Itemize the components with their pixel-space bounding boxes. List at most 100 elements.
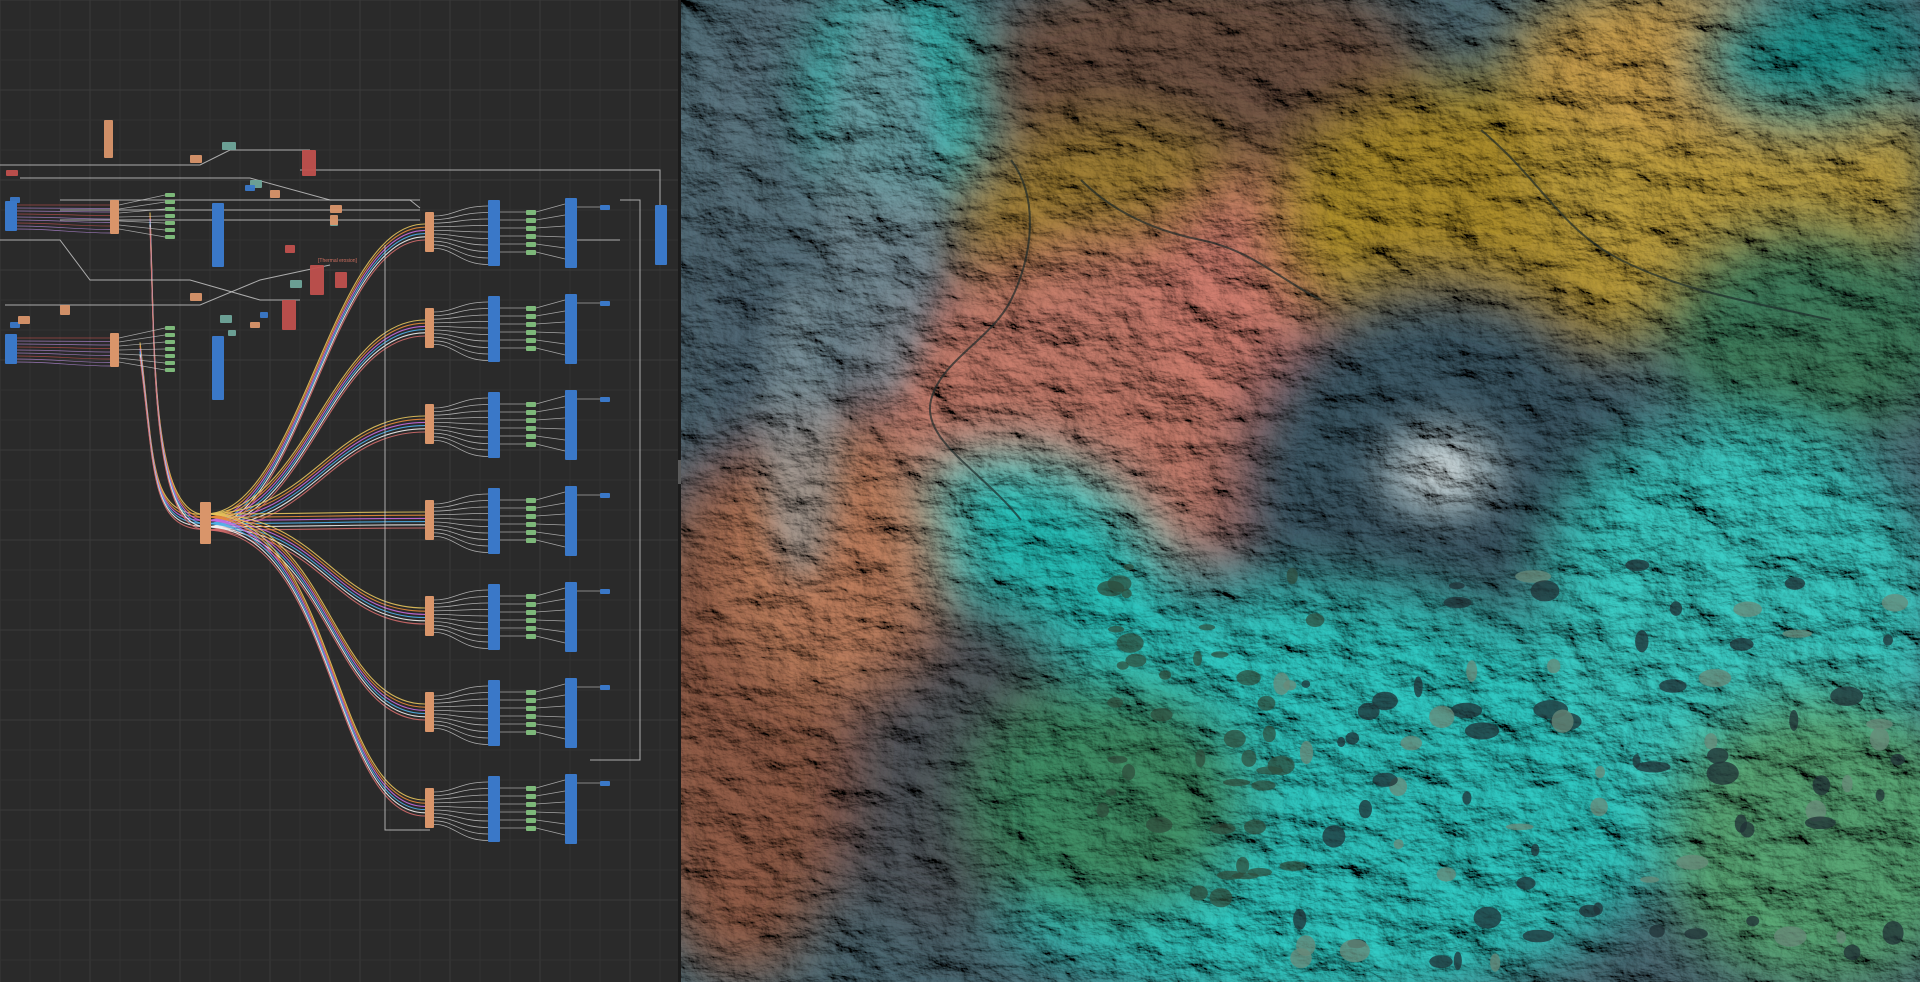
small-blue-node[interactable] [600,589,610,594]
green-node[interactable] [165,235,175,239]
green-node[interactable] [526,330,536,335]
blue-node[interactable] [488,296,500,362]
green-node[interactable] [165,193,175,197]
blue-node[interactable] [565,678,577,748]
green-node[interactable] [526,810,536,815]
green-node[interactable] [526,338,536,343]
blue-node[interactable] [488,776,500,842]
blue-node[interactable] [565,390,577,460]
blue-node[interactable] [5,334,17,364]
green-node[interactable] [165,354,175,358]
blue-node[interactable] [488,488,500,554]
green-node[interactable] [526,706,536,711]
green-node[interactable] [526,242,536,247]
graph-node[interactable] [10,197,20,203]
graph-node[interactable] [228,330,236,336]
graph-node[interactable] [6,170,18,176]
graph-node[interactable] [190,155,202,163]
green-node[interactable] [165,368,175,372]
green-node[interactable] [526,722,536,727]
blue-node[interactable] [565,582,577,652]
green-node[interactable] [526,730,536,735]
green-node[interactable] [526,634,536,639]
green-node[interactable] [165,340,175,344]
green-node[interactable] [526,306,536,311]
blue-node[interactable] [488,200,500,266]
green-node[interactable] [526,786,536,791]
graph-node[interactable] [335,272,347,288]
orange-node[interactable] [425,788,434,828]
green-node[interactable] [526,818,536,823]
green-node[interactable] [526,826,536,831]
graph-node[interactable] [60,305,70,315]
blue-node[interactable] [488,680,500,746]
node-graph-panel[interactable]: [Thermal erosion] [0,0,678,982]
green-node[interactable] [526,234,536,239]
graph-node[interactable] [104,120,113,158]
orange-node[interactable] [425,596,434,636]
green-node[interactable] [165,361,175,365]
green-node[interactable] [165,200,175,204]
green-node[interactable] [526,626,536,631]
green-node[interactable] [526,322,536,327]
graph-node[interactable] [18,316,30,324]
terrain-3d-viewport[interactable] [681,0,1920,982]
blue-node[interactable] [212,336,224,400]
green-node[interactable] [165,228,175,232]
blue-node[interactable] [565,486,577,556]
green-node[interactable] [526,610,536,615]
green-node[interactable] [165,333,175,337]
green-node[interactable] [526,314,536,319]
terrain-render[interactable] [681,0,1920,982]
blue-node[interactable] [488,584,500,650]
green-node[interactable] [526,602,536,607]
green-node[interactable] [526,802,536,807]
output-node[interactable] [655,205,667,265]
orange-node[interactable] [110,200,119,234]
blue-node[interactable] [212,203,224,267]
green-node[interactable] [526,714,536,719]
green-node[interactable] [526,618,536,623]
green-node[interactable] [526,418,536,423]
small-blue-node[interactable] [600,301,610,306]
green-node[interactable] [165,214,175,218]
green-node[interactable] [526,538,536,543]
green-node[interactable] [526,498,536,503]
blue-node[interactable] [565,198,577,268]
small-blue-node[interactable] [600,397,610,402]
small-blue-node[interactable] [600,685,610,690]
green-node[interactable] [526,698,536,703]
green-node[interactable] [165,221,175,225]
green-node[interactable] [526,426,536,431]
green-node[interactable] [526,794,536,799]
graph-node[interactable] [222,142,236,150]
small-blue-node[interactable] [600,781,610,786]
graph-node[interactable] [290,280,302,288]
green-node[interactable] [526,346,536,351]
blue-node[interactable] [488,392,500,458]
orange-node[interactable] [425,212,434,252]
orange-node[interactable] [425,404,434,444]
green-node[interactable] [526,226,536,231]
graph-node[interactable] [190,293,202,301]
green-node[interactable] [526,210,536,215]
green-node[interactable] [526,530,536,535]
green-node[interactable] [526,442,536,447]
blue-node[interactable] [5,201,17,231]
orange-node[interactable] [425,500,434,540]
green-node[interactable] [526,218,536,223]
green-node[interactable] [526,434,536,439]
blue-node[interactable] [565,774,577,844]
small-blue-node[interactable] [600,205,610,210]
graph-node[interactable] [310,265,324,295]
small-blue-node[interactable] [600,493,610,498]
graph-node[interactable] [330,205,342,213]
green-node[interactable] [526,690,536,695]
graph-node[interactable] [302,150,316,176]
graph-node[interactable] [250,322,260,328]
graph-node[interactable] [285,245,295,253]
green-node[interactable] [526,522,536,527]
green-node[interactable] [526,250,536,255]
green-node[interactable] [165,207,175,211]
green-node[interactable] [526,506,536,511]
